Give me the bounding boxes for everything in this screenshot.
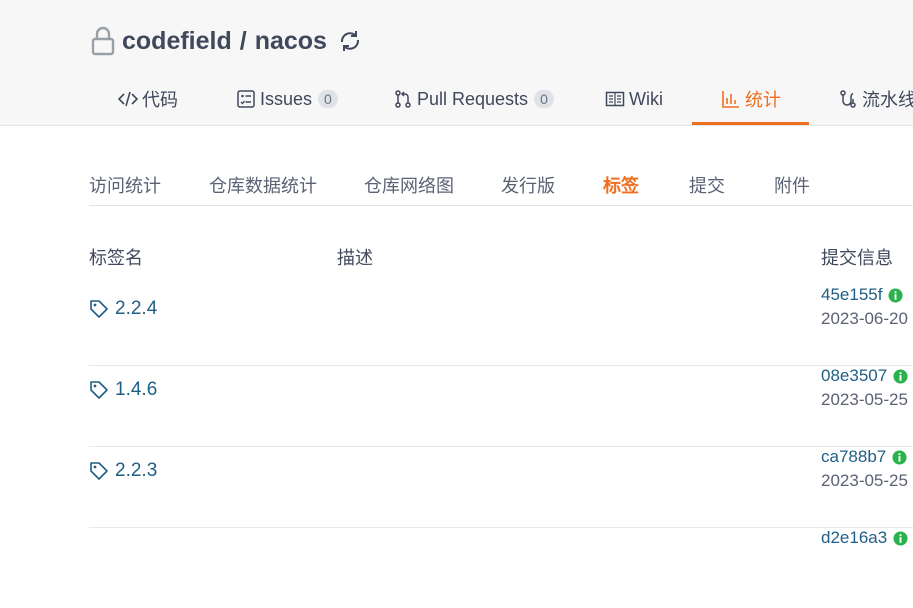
tag-icon	[90, 300, 108, 318]
tab-issues[interactable]: Issues 0	[236, 84, 338, 114]
pull-request-icon	[395, 90, 411, 108]
verified-icon	[892, 449, 907, 465]
issues-count-badge: 0	[318, 90, 338, 108]
tab-stats-label: 统计	[745, 90, 781, 110]
repo-owner-link[interactable]: codefield	[122, 27, 232, 56]
column-header-tag-name: 标签名	[89, 248, 143, 268]
stats-sub-nav: 访问统计 仓库数据统计 仓库网络图 发行版 标签 提交 附件	[89, 168, 913, 206]
code-icon	[118, 91, 138, 107]
commit-hash-link[interactable]: d2e16a3	[821, 528, 908, 548]
column-header-commit-info: 提交信息	[821, 248, 893, 268]
commit-hash: ca788b7	[821, 447, 887, 466]
table-row: 2.2.3 ca788b7 2023-05-25	[89, 447, 913, 528]
repo-separator: /	[239, 26, 247, 55]
tab-pipeline-label: 流水线	[862, 90, 913, 110]
tab-code[interactable]: 代码	[118, 84, 178, 114]
tab-pipeline[interactable]: 流水线	[838, 84, 913, 114]
commit-date: 2023-05-25	[821, 390, 908, 409]
commit-date: 2023-06-20	[821, 309, 908, 328]
verified-icon	[893, 530, 908, 546]
subnav-repo-data-stats[interactable]: 仓库数据统计	[209, 172, 317, 198]
tab-issues-label: Issues	[260, 88, 313, 109]
repo-title: codefield / nacos	[90, 24, 363, 58]
tab-stats[interactable]: 统计	[721, 84, 781, 114]
column-header-description: 描述	[337, 248, 373, 268]
subnav-visit-stats[interactable]: 访问统计	[89, 172, 161, 198]
pull-requests-count-badge: 0	[534, 90, 554, 108]
commit-hash-link[interactable]: 08e3507	[821, 366, 908, 386]
commit-hash: 08e3507	[821, 366, 888, 385]
tag-name: 2.2.3	[115, 460, 158, 481]
commit-hash-link[interactable]: 45e155f	[821, 285, 903, 305]
tag-icon	[90, 381, 108, 399]
tag-name: 1.4.6	[115, 379, 158, 400]
subnav-tags[interactable]: 标签	[603, 172, 639, 198]
tab-code-label: 代码	[142, 90, 178, 110]
stats-icon	[722, 91, 739, 108]
commit-hash: d2e16a3	[821, 528, 888, 547]
issues-icon	[237, 90, 255, 108]
subnav-releases[interactable]: 发行版	[501, 172, 555, 198]
subnav-commits[interactable]: 提交	[689, 172, 725, 198]
tag-link[interactable]: 2.2.4	[89, 298, 157, 320]
tag-name: 2.2.4	[115, 298, 158, 319]
commit-hash: 45e155f	[821, 285, 883, 304]
active-tab-indicator	[692, 122, 809, 125]
tag-icon	[90, 462, 108, 480]
verified-icon	[893, 368, 908, 384]
tag-link[interactable]: 1.4.6	[89, 379, 157, 401]
table-row: 1.4.6 08e3507 2023-05-25	[89, 366, 913, 447]
commit-date: 2023-05-25	[821, 471, 908, 490]
tab-wiki-label: Wiki	[629, 88, 663, 109]
tab-pull-requests[interactable]: Pull Requests 0	[393, 84, 554, 114]
verified-icon	[888, 287, 903, 303]
repo-header: codefield / nacos 代码 Issues 0 Pull Reque…	[0, 0, 913, 126]
repo-name-link[interactable]: nacos	[255, 27, 327, 56]
tab-wiki[interactable]: Wiki	[605, 84, 663, 114]
lock-icon	[91, 26, 115, 56]
table-row: d2e16a3	[89, 528, 913, 608]
tag-link[interactable]: 2.2.3	[89, 460, 157, 482]
pipeline-icon	[840, 90, 856, 108]
sync-icon[interactable]	[337, 28, 363, 54]
tab-pull-requests-label: Pull Requests	[417, 88, 529, 109]
commit-hash-link[interactable]: ca788b7	[821, 447, 907, 467]
subnav-network-graph[interactable]: 仓库网络图	[364, 172, 454, 198]
wiki-icon	[605, 91, 625, 107]
subnav-attachments[interactable]: 附件	[774, 172, 810, 198]
table-row: 2.2.4 45e155f 2023-06-20	[89, 285, 913, 366]
